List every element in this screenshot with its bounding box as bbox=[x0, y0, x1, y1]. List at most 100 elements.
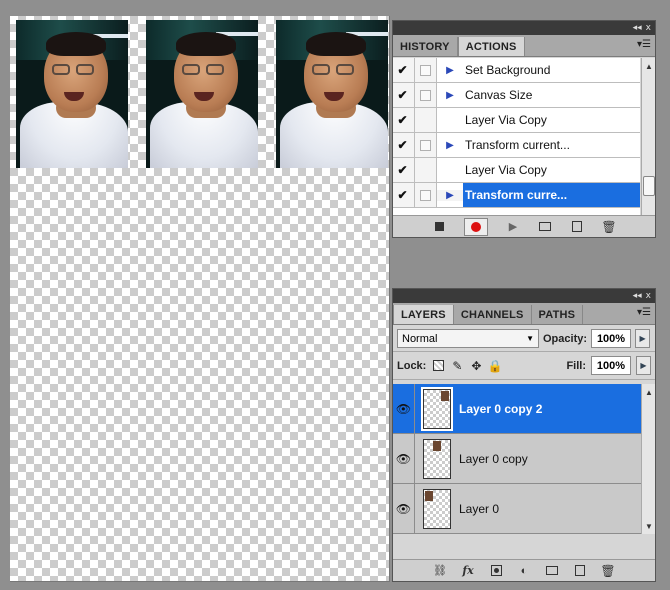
scroll-up-arrow-icon[interactable]: ▲ bbox=[642, 386, 656, 398]
layer-name[interactable]: Layer 0 bbox=[459, 502, 499, 516]
action-label: Transform curre... bbox=[465, 188, 568, 202]
action-item[interactable]: ✔ ▶ Transform current... bbox=[393, 133, 640, 158]
blend-row: Normal ▼ Opacity: 100% ▶ bbox=[393, 326, 655, 352]
layer-row[interactable]: 👁 Layer 0 bbox=[393, 484, 648, 534]
toggle-dialog-checkbox[interactable] bbox=[415, 108, 437, 132]
toggle-dialog-checkbox[interactable] bbox=[415, 58, 437, 82]
expand-triangle-icon[interactable]: ▶ bbox=[437, 90, 463, 101]
actions-titlebar: ◂◂ x bbox=[393, 21, 655, 35]
adjustment-icon[interactable]: ◐ bbox=[517, 564, 531, 578]
lock-image-brush-icon[interactable]: ✎ bbox=[450, 359, 464, 373]
layers-titlebar: ◂◂ x bbox=[393, 289, 655, 303]
scroll-up-arrow-icon[interactable]: ▲ bbox=[642, 60, 656, 72]
document-canvas[interactable] bbox=[10, 16, 390, 582]
lock-position-move-icon[interactable]: ✥ bbox=[469, 359, 483, 373]
action-item[interactable]: ✔ Layer Via Copy bbox=[393, 158, 640, 183]
tab-paths[interactable]: PATHS bbox=[532, 305, 584, 324]
action-item-selected[interactable]: ✔ ▶ Transform curre... bbox=[393, 183, 640, 208]
layer-thumbnail[interactable] bbox=[423, 438, 451, 479]
toggle-item-checkbox[interactable]: ✔ bbox=[393, 183, 415, 207]
layers-footer: ⛓ fx ◐ 🗑 bbox=[393, 559, 655, 581]
toggle-item-checkbox[interactable]: ✔ bbox=[393, 108, 415, 132]
lock-all-icon[interactable]: 🔒 bbox=[488, 359, 503, 373]
stop-icon[interactable] bbox=[432, 220, 446, 234]
photo-1 bbox=[16, 20, 128, 168]
collapse-icon[interactable]: ◂◂ bbox=[633, 23, 642, 33]
eye-visibility-icon[interactable]: 👁 bbox=[393, 384, 415, 433]
eye-visibility-icon[interactable]: 👁 bbox=[393, 484, 415, 533]
fill-label: Fill: bbox=[566, 359, 586, 372]
layers-list: 👁 Layer 0 copy 2 👁 Layer 0 copy 👁 Layer … bbox=[393, 384, 648, 534]
tab-layers[interactable]: LAYERS bbox=[393, 305, 454, 324]
layer-thumbnail[interactable] bbox=[421, 386, 453, 431]
fx-icon[interactable]: fx bbox=[461, 564, 475, 578]
tab-actions[interactable]: ACTIONS bbox=[457, 37, 525, 56]
mask-icon[interactable] bbox=[489, 564, 503, 578]
toggle-dialog-checkbox[interactable] bbox=[415, 183, 437, 207]
opacity-input[interactable]: 100% bbox=[591, 329, 632, 348]
delete-icon[interactable]: 🗑 bbox=[601, 220, 616, 234]
scroll-down-arrow-icon[interactable]: ▼ bbox=[642, 520, 656, 532]
blend-mode-select[interactable]: Normal ▼ bbox=[397, 329, 539, 348]
dialog-icon bbox=[420, 89, 431, 101]
layer-row-selected[interactable]: 👁 Layer 0 copy 2 bbox=[393, 384, 648, 434]
play-icon[interactable]: ▶ bbox=[506, 220, 520, 234]
action-item[interactable]: ✔ ▶ Canvas Size bbox=[393, 83, 640, 108]
chevron-down-icon: ▼ bbox=[526, 334, 534, 343]
expand-triangle-icon[interactable]: ▶ bbox=[437, 140, 463, 151]
checkmark-icon: ✔ bbox=[397, 63, 408, 77]
dialog-icon bbox=[420, 189, 431, 201]
checkmark-icon: ✔ bbox=[397, 138, 408, 152]
actions-scrollbar[interactable]: ▲ ▼ bbox=[641, 58, 655, 236]
action-label: Canvas Size bbox=[465, 88, 533, 102]
fill-slider-button[interactable]: ▶ bbox=[636, 356, 651, 375]
toggle-dialog-checkbox[interactable] bbox=[415, 133, 437, 157]
toggle-item-checkbox[interactable]: ✔ bbox=[393, 83, 415, 107]
link-icon[interactable]: ⛓ bbox=[433, 564, 447, 578]
panel-menu-icon[interactable]: ▾☰ bbox=[637, 39, 651, 50]
toggle-item-checkbox[interactable]: ✔ bbox=[393, 158, 415, 182]
layer-name[interactable]: Layer 0 copy bbox=[459, 452, 528, 466]
toggle-item-checkbox[interactable]: ✔ bbox=[393, 133, 415, 157]
scroll-thumb[interactable] bbox=[643, 176, 655, 196]
checkmark-icon: ✔ bbox=[397, 163, 408, 177]
new-action-icon[interactable] bbox=[570, 220, 584, 234]
close-icon[interactable]: x bbox=[646, 291, 651, 301]
checkmark-icon: ✔ bbox=[397, 113, 408, 127]
tab-channels[interactable]: CHANNELS bbox=[454, 305, 532, 324]
lock-row: Lock: ✎ ✥ 🔒 Fill: 100% ▶ bbox=[393, 352, 655, 380]
lock-transparent-icon[interactable] bbox=[431, 359, 445, 373]
photo-2 bbox=[146, 20, 258, 168]
action-item[interactable]: ✔ Layer Via Copy bbox=[393, 108, 640, 133]
expand-triangle-icon[interactable]: ▶ bbox=[437, 189, 463, 201]
new-layer-icon[interactable] bbox=[573, 564, 587, 578]
photo-3 bbox=[276, 20, 388, 168]
close-icon[interactable]: x bbox=[646, 23, 651, 33]
layers-scrollbar[interactable]: ▲ ▼ bbox=[641, 384, 655, 534]
tab-history[interactable]: HISTORY bbox=[393, 37, 458, 56]
checkmark-icon: ✔ bbox=[397, 88, 408, 102]
checkmark-icon: ✔ bbox=[397, 188, 408, 202]
actions-footer: ▶ 🗑 bbox=[393, 215, 655, 237]
delete-icon[interactable]: 🗑 bbox=[600, 564, 615, 578]
opacity-slider-button[interactable]: ▶ bbox=[635, 329, 651, 348]
toggle-dialog-checkbox[interactable] bbox=[415, 83, 437, 107]
layer-row[interactable]: 👁 Layer 0 copy bbox=[393, 434, 648, 484]
group-icon[interactable] bbox=[545, 564, 559, 578]
eye-visibility-icon[interactable]: 👁 bbox=[393, 434, 415, 483]
new-set-icon[interactable] bbox=[538, 220, 552, 234]
layers-panel: ◂◂ x LAYERS CHANNELS PATHS ▾☰ Normal ▼ O… bbox=[392, 288, 656, 582]
toggle-item-checkbox[interactable]: ✔ bbox=[393, 58, 415, 82]
lock-label: Lock: bbox=[397, 359, 427, 372]
toggle-dialog-checkbox[interactable] bbox=[415, 158, 437, 182]
dialog-icon bbox=[420, 139, 431, 151]
expand-triangle-icon[interactable]: ▶ bbox=[437, 65, 463, 76]
collapse-icon[interactable]: ◂◂ bbox=[633, 291, 642, 301]
layer-name[interactable]: Layer 0 copy 2 bbox=[459, 402, 542, 416]
layers-controls: Normal ▼ Opacity: 100% ▶ Lock: ✎ ✥ 🔒 Fil… bbox=[393, 326, 655, 382]
fill-input[interactable]: 100% bbox=[591, 356, 631, 375]
panel-menu-icon[interactable]: ▾☰ bbox=[637, 307, 651, 318]
record-icon[interactable] bbox=[464, 217, 488, 236]
action-item[interactable]: ✔ ▶ Set Background bbox=[393, 58, 640, 83]
layer-thumbnail[interactable] bbox=[423, 488, 451, 529]
